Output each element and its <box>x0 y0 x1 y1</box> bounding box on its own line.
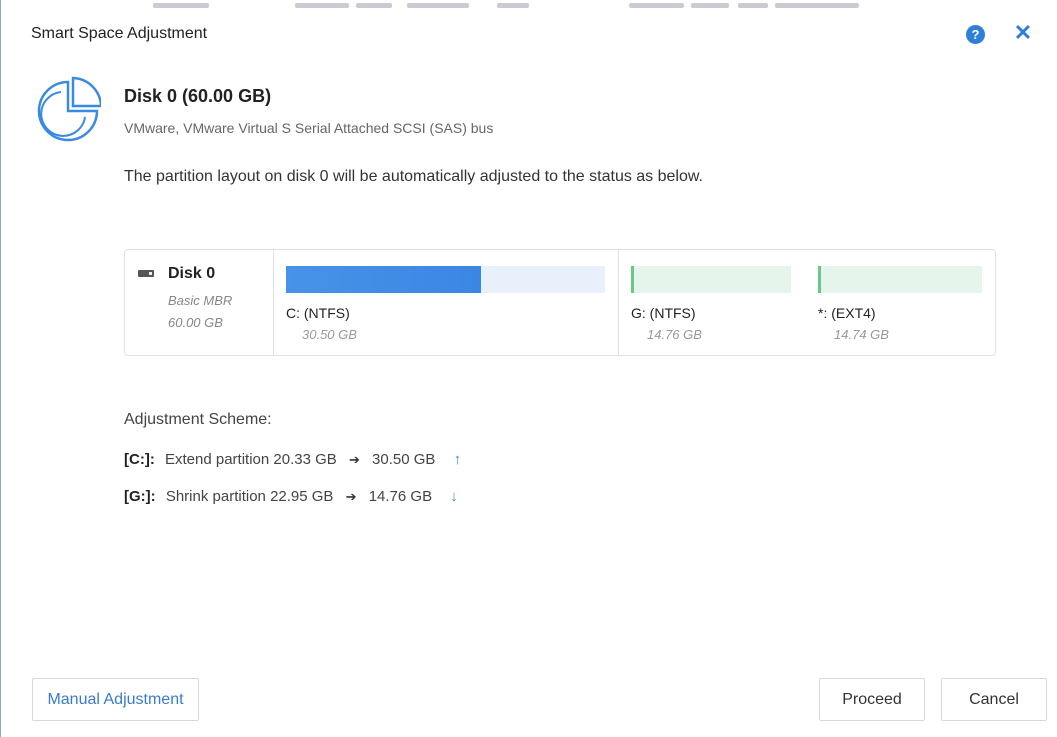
partition-size: 14.74 GB <box>834 327 889 342</box>
disk-type: Basic MBR <box>168 293 233 308</box>
right-arrow-icon: ➔ <box>345 489 357 504</box>
disk-size: 60.00 GB <box>168 315 223 330</box>
help-icon[interactable]: ? <box>966 25 985 44</box>
partition-bar <box>818 266 982 293</box>
partition-g[interactable]: G: (NTFS) 14.76 GB <box>619 250 806 355</box>
partition-usage-fill <box>631 266 634 293</box>
cancel-button[interactable]: Cancel <box>941 678 1047 721</box>
close-icon[interactable]: ✕ <box>1012 22 1034 44</box>
disk-map: Disk 0 Basic MBR 60.00 GB C: (NTFS) 30.5… <box>124 249 996 356</box>
partition-name: *: (EXT4) <box>818 305 876 321</box>
scheme-from: 22.95 GB <box>270 488 334 505</box>
partition-ext4[interactable]: *: (EXT4) 14.74 GB <box>806 250 995 355</box>
scheme-drive: [G:]: <box>124 488 156 505</box>
right-arrow-icon: ➔ <box>348 452 360 467</box>
scheme-action: Extend partition <box>165 451 270 468</box>
pie-chart-icon <box>37 76 101 142</box>
partition-name: G: (NTFS) <box>631 305 696 321</box>
scheme-row-g: [G:]: Shrink partition 22.95 GB ➔ 14.76 … <box>124 488 458 505</box>
proceed-button[interactable]: Proceed <box>819 678 925 721</box>
layout-message: The partition layout on disk 0 will be a… <box>124 168 703 185</box>
up-arrow-icon: ↑ <box>453 451 462 468</box>
disk-title: Disk 0 (60.00 GB) <box>124 86 272 106</box>
down-arrow-icon: ↓ <box>450 488 458 505</box>
dialog-title: Smart Space Adjustment <box>31 25 208 42</box>
background-window-strip <box>1 0 1057 14</box>
scheme-drive: [C:]: <box>124 451 155 468</box>
partition-bar <box>286 266 605 293</box>
smart-space-adjustment-dialog: Smart Space Adjustment ? ✕ Disk 0 (60.00… <box>0 0 1057 737</box>
partition-name: C: (NTFS) <box>286 305 350 321</box>
manual-adjustment-button[interactable]: Manual Adjustment <box>32 678 199 721</box>
partition-bar <box>631 266 791 293</box>
disk-description: VMware, VMware Virtual S Serial Attached… <box>124 120 494 136</box>
partition-size: 14.76 GB <box>647 327 702 342</box>
disk-name: Disk 0 <box>168 265 216 282</box>
partition-usage-fill <box>818 266 821 293</box>
scheme-to: 30.50 GB <box>372 451 436 468</box>
partition-usage-fill <box>286 266 481 293</box>
scheme-action: Shrink partition <box>165 488 266 505</box>
scheme-row-c: [C:]: Extend partition 20.33 GB ➔ 30.50 … <box>124 451 461 468</box>
disk-info-cell[interactable]: Disk 0 Basic MBR 60.00 GB <box>125 250 274 355</box>
disk-drive-icon <box>138 270 154 277</box>
scheme-from: 20.33 GB <box>273 451 337 468</box>
scheme-to: 14.76 GB <box>368 488 433 505</box>
partition-size: 30.50 GB <box>302 327 357 342</box>
partition-c[interactable]: C: (NTFS) 30.50 GB <box>274 250 619 355</box>
scheme-label: Adjustment Scheme: <box>124 411 272 428</box>
